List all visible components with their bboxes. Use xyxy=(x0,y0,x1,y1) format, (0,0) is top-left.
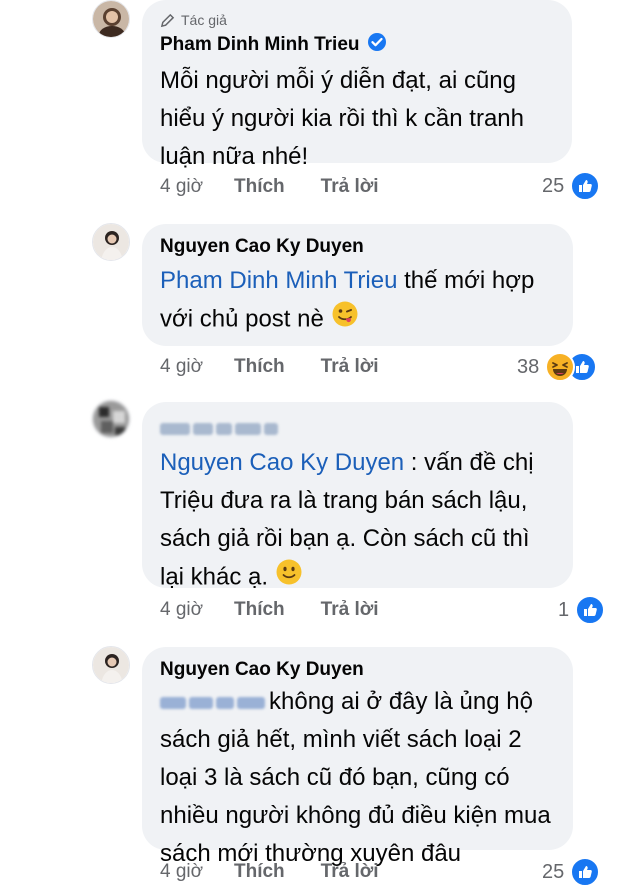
reaction-summary[interactable]: 38 xyxy=(517,352,598,382)
comment-text: : vấn đề chị xyxy=(404,449,534,476)
comment-text-line: sách giả rồi bạn ạ. Còn sách cũ thì xyxy=(160,525,530,552)
comment-time[interactable]: 4 giờ xyxy=(160,599,234,621)
reply-button[interactable]: Trả lời xyxy=(321,861,379,883)
blurred-author-name xyxy=(160,423,278,435)
comment-actions: 4 giờ Thích Trả lời xyxy=(160,599,415,621)
like-button[interactable]: Thích xyxy=(234,599,285,621)
comment-text-line: với chủ post nè xyxy=(160,305,324,333)
like-button[interactable]: Thích xyxy=(234,861,285,883)
comment-time[interactable]: 4 giờ xyxy=(160,356,234,378)
blurred-mention[interactable] xyxy=(160,696,265,709)
comment-text-line: nhiều người không đủ điều kiện mua xyxy=(160,802,551,829)
avatar[interactable] xyxy=(92,223,130,261)
comment-text-line: loại 3 là sách cũ đó bạn, cũng có xyxy=(160,764,510,791)
comment-actions: 4 giờ Thích Trả lời xyxy=(160,176,415,198)
comment-text-line: Triệu đưa ra là trang bán sách lậu, xyxy=(160,487,528,514)
winking-face-tongue-icon xyxy=(331,300,359,340)
comment-text: thế mới hợp xyxy=(397,267,535,294)
reaction-summary[interactable]: 25 xyxy=(542,171,601,201)
comment-text-line: hiểu ý người kia rồi thì k cần tranh xyxy=(160,105,524,132)
avatar[interactable] xyxy=(92,0,130,38)
author-badge: Tác giả xyxy=(160,12,554,28)
comment-text-line: luận nữa nhé! xyxy=(160,143,309,170)
comment-bubble: Tác giả Pham Dinh Minh Trieu Mỗi người m… xyxy=(142,0,572,170)
slightly-smiling-face-icon xyxy=(275,558,303,598)
comment-time[interactable]: 4 giờ xyxy=(160,861,234,883)
like-icon xyxy=(575,595,606,625)
comment-text-line: lại khác ạ. xyxy=(160,563,269,591)
comment-author[interactable]: Pham Dinh Minh Trieu xyxy=(160,34,360,56)
reaction-count: 1 xyxy=(558,598,570,621)
comment-text-line: Mỗi người mỗi ý diễn đạt, ai cũng xyxy=(160,67,516,94)
mention-link[interactable]: Nguyen Cao Ky Duyen xyxy=(160,449,404,476)
comment-text: không ai ở đây là ủng hộ xyxy=(269,688,533,715)
reply-button[interactable]: Trả lời xyxy=(321,356,379,378)
comment-author[interactable]: Nguyen Cao Ky Duyen xyxy=(160,236,364,258)
reaction-count: 25 xyxy=(542,860,565,883)
comment-time[interactable]: 4 giờ xyxy=(160,176,234,198)
reaction-summary[interactable]: 1 xyxy=(558,595,606,625)
comment-author-blurred[interactable] xyxy=(160,420,555,438)
like-icon xyxy=(570,857,601,887)
comment-text-line: sách giả hết, mình viết sách loại 2 xyxy=(160,726,522,753)
comment-bubble: Nguyen Cao Ky Duyen : vấn đề chị Triệu đ… xyxy=(142,402,573,591)
pen-icon xyxy=(160,13,175,27)
like-icon xyxy=(570,171,601,201)
haha-icon xyxy=(545,352,576,382)
comment-actions: 4 giờ Thích Trả lời xyxy=(160,861,415,883)
verified-icon xyxy=(367,32,387,58)
like-button[interactable]: Thích xyxy=(234,356,285,378)
comment-bubble: Nguyen Cao Ky Duyen không ai ở đây là ủn… xyxy=(142,647,573,867)
avatar[interactable] xyxy=(92,400,130,438)
reaction-count: 25 xyxy=(542,174,565,197)
comment-bubble: Nguyen Cao Ky Duyen Pham Dinh Minh Trieu… xyxy=(142,224,573,346)
badge-label: Tác giả xyxy=(181,12,227,28)
mention-link[interactable]: Pham Dinh Minh Trieu xyxy=(160,267,397,294)
comment-actions: 4 giờ Thích Trả lời xyxy=(160,356,415,378)
like-button[interactable]: Thích xyxy=(234,176,285,198)
reply-button[interactable]: Trả lời xyxy=(321,176,379,198)
reaction-count: 38 xyxy=(517,355,540,378)
avatar[interactable] xyxy=(92,646,130,684)
reply-button[interactable]: Trả lời xyxy=(321,599,379,621)
reaction-summary[interactable]: 25 xyxy=(542,857,601,887)
comment-author[interactable]: Nguyen Cao Ky Duyen xyxy=(160,659,364,681)
